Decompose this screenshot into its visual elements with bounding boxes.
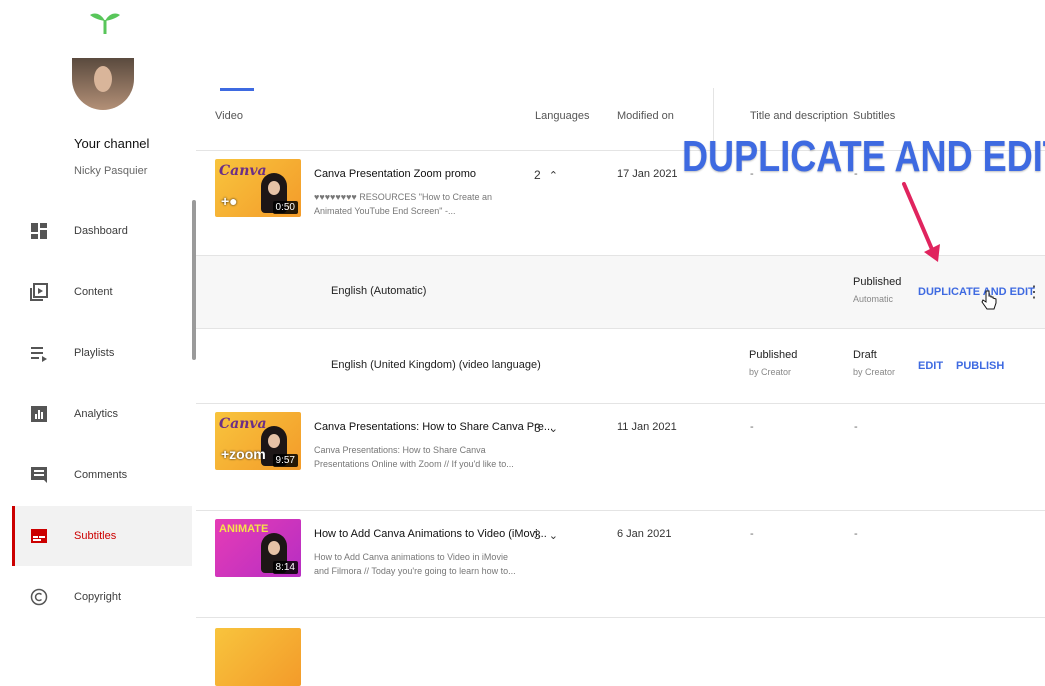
chevron-down-icon[interactable]: ⌄ [549, 530, 558, 542]
column-header-languages: Languages [535, 110, 590, 122]
thumbnail-brand-text: Canva [219, 416, 267, 432]
sidebar-item-subtitles[interactable]: Subtitles [12, 506, 192, 566]
sprout-logo-icon [90, 13, 120, 34]
analytics-icon [28, 403, 50, 425]
duplicate-and-edit-button[interactable]: DUPLICATE AND EDIT [918, 286, 1035, 298]
table-row-partial[interactable] [196, 618, 1045, 686]
column-header-title-description: Title and description [750, 110, 849, 122]
video-duration: 0:50 [272, 201, 298, 214]
sidebar-item-dashboard[interactable]: Dashboard [12, 201, 192, 261]
comments-icon [28, 464, 50, 486]
edit-button[interactable]: EDIT [918, 360, 943, 372]
language-row: English (United Kingdom) (video language… [196, 329, 1045, 404]
sidebar-item-label: Subtitles [74, 530, 117, 542]
languages-count[interactable]: 3 ⌄ [534, 421, 558, 435]
sidebar-item-playlists[interactable]: Playlists [12, 323, 192, 383]
subtitles-icon [28, 525, 50, 547]
status-text: Published [749, 349, 798, 361]
title-description-status: - [750, 528, 754, 540]
languages-count-value: 3 [534, 421, 541, 435]
publish-button[interactable]: PUBLISH [956, 360, 1004, 372]
video-thumbnail[interactable]: Canva +zoom 9:57 [215, 412, 301, 470]
status-text: Draft [853, 349, 877, 361]
video-thumbnail[interactable]: Canva +● 0:50 [215, 159, 301, 217]
thumbnail-brand-text: Canva [219, 163, 267, 179]
more-options-icon[interactable]: ⋮ [1026, 282, 1042, 302]
subtitle-publish-status: Draft by Creator [853, 349, 895, 377]
status-source: by Creator [749, 367, 792, 377]
sidebar-item-label: Copyright [74, 591, 122, 603]
subtitles-status: - [854, 421, 858, 433]
modified-date: 11 Jan 2021 [617, 421, 677, 433]
sidebar-item-label: Analytics [74, 408, 119, 420]
video-description: How to Add Canva animations to Video in … [314, 552, 516, 576]
languages-count-value: 3 [534, 528, 541, 542]
column-header-subtitles: Subtitles [853, 110, 896, 122]
channel-avatar[interactable] [72, 58, 134, 110]
language-name: English (United Kingdom) (video language… [331, 359, 541, 371]
sidebar-item-copyright[interactable]: Copyright [12, 567, 192, 627]
dashboard-icon [28, 220, 50, 242]
languages-count[interactable]: 3 ⌄ [534, 528, 558, 542]
video-title[interactable]: Canva Presentations: How to Share Canva … [314, 421, 553, 433]
sidebar-item-analytics[interactable]: Analytics [12, 384, 192, 444]
title-description-status: - [750, 421, 754, 433]
video-duration: 9:57 [272, 454, 298, 467]
sidebar-item-label: Dashboard [74, 225, 128, 237]
video-thumbnail[interactable]: ANIMATE 8:14 [215, 519, 301, 577]
chevron-up-icon[interactable]: ⌃ [549, 170, 558, 182]
playlists-icon [28, 342, 50, 364]
modified-date: 17 Jan 2021 [617, 168, 678, 180]
chevron-down-icon[interactable]: ⌄ [549, 423, 558, 435]
pointer-arrow-icon [902, 182, 940, 262]
sidebar-item-label: Content [74, 286, 113, 298]
zoom-plus-icon: +● [221, 193, 238, 209]
channel-name: Nicky Pasquier [74, 165, 148, 177]
table-row[interactable]: ANIMATE 8:14 How to Add Canva Animations… [196, 511, 1045, 618]
copyright-icon [28, 586, 50, 608]
status-text: Published [853, 276, 902, 288]
status-source: Automatic [853, 294, 894, 304]
channel-title[interactable]: Your channel [74, 136, 149, 151]
tutorial-overlay-text: DUPLICATE AND EDIT [682, 132, 1045, 181]
languages-count-value: 2 [534, 168, 541, 182]
mouse-pointer-icon [981, 290, 997, 310]
video-description: Canva Presentations: How to Share Canva … [314, 445, 514, 469]
subtitle-publish-status: Published Automatic [853, 276, 901, 304]
zoom-plus-icon: +zoom [221, 446, 266, 462]
column-header-video: Video [215, 110, 243, 122]
sidebar-item-content[interactable]: Content [12, 262, 192, 322]
thumbnail-brand-text: ANIMATE [219, 523, 269, 535]
column-header-modified: Modified on [617, 110, 674, 122]
languages-count[interactable]: 2 ⌃ [534, 168, 558, 182]
modified-date: 6 Jan 2021 [617, 528, 672, 540]
sidebar-item-label: Playlists [74, 347, 115, 359]
table-row[interactable]: Canva +zoom 9:57 Canva Presentations: Ho… [196, 404, 1045, 511]
content-icon [28, 281, 50, 303]
title-publish-status: Published by Creator [749, 349, 797, 377]
top-bar [0, 0, 1045, 88]
sidebar: Your channel Nicky Pasquier Dashboard Co… [0, 58, 192, 642]
sidebar-item-label: Comments [74, 469, 128, 481]
sidebar-item-comments[interactable]: Comments [12, 445, 192, 505]
video-thumbnail[interactable] [215, 628, 301, 686]
video-duration: 8:14 [272, 561, 298, 574]
status-source: by Creator [853, 367, 896, 377]
video-description: ♥♥♥♥♥♥♥♥ RESOURCES "How to Create an Ani… [314, 192, 492, 216]
video-title[interactable]: How to Add Canva Animations to Video (iM… [314, 528, 547, 540]
language-name: English (Automatic) [331, 285, 427, 297]
subtitles-status: - [854, 528, 858, 540]
video-title[interactable]: Canva Presentation Zoom promo [314, 168, 476, 180]
